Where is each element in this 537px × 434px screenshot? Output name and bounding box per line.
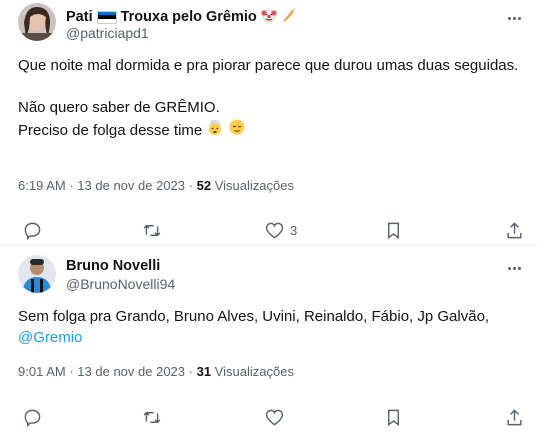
like-button[interactable] bbox=[265, 405, 284, 429]
tweet-meta: 6:19 AM · 13 de nov de 2023 · 52 Visuali… bbox=[18, 178, 294, 193]
reply-button[interactable] bbox=[23, 218, 42, 242]
retweet-icon bbox=[143, 411, 161, 423]
tweet-date[interactable]: 13 de nov de 2023 bbox=[77, 178, 185, 193]
bookmark-icon bbox=[388, 409, 399, 426]
retweet-button[interactable] bbox=[142, 218, 162, 242]
heart-icon bbox=[265, 222, 284, 239]
tweet-meta: 9:01 AM · 13 de nov de 2023 · 31 Visuali… bbox=[18, 364, 294, 379]
avatar[interactable] bbox=[18, 255, 56, 293]
tweet-text-line-4: Preciso de folga desse time bbox=[18, 121, 203, 139]
meta-separator: · bbox=[188, 178, 193, 193]
share-button[interactable] bbox=[505, 218, 524, 242]
mention-link[interactable]: @Gremio bbox=[18, 329, 82, 346]
retweet-icon bbox=[143, 224, 161, 236]
rocket-icon bbox=[281, 7, 297, 27]
relieved-face-icon bbox=[228, 118, 246, 142]
views-label: Visualizações bbox=[214, 178, 294, 193]
display-name[interactable]: Bruno Novelli bbox=[66, 258, 160, 274]
display-name-first: Pati bbox=[66, 9, 93, 25]
tweet-text-line-4-wrap: Preciso de folga desse time bbox=[18, 118, 521, 142]
share-icon bbox=[507, 221, 522, 238]
tweet-text-line-3: Não quero saber de GRÊMIO. bbox=[18, 99, 220, 116]
bookmark-button[interactable] bbox=[385, 218, 402, 242]
meta-separator: · bbox=[69, 178, 74, 193]
more-options-icon[interactable] bbox=[505, 262, 523, 274]
clown-face-icon bbox=[261, 7, 277, 27]
bookmark-icon bbox=[388, 222, 399, 239]
bookmark-button[interactable] bbox=[385, 405, 402, 429]
display-name-suffix: Trouxa pelo Grêmio bbox=[120, 9, 257, 25]
tweet-time[interactable]: 9:01 AM bbox=[18, 364, 66, 379]
reply-button[interactable] bbox=[23, 405, 42, 429]
reply-icon bbox=[24, 222, 41, 240]
views-label: Visualizações bbox=[214, 364, 294, 379]
like-button[interactable]: 3 bbox=[265, 218, 297, 242]
tweet-text-line-1: Que noite mal dormida e pra piorar parec… bbox=[18, 57, 519, 74]
exploding-head-icon bbox=[206, 118, 224, 142]
tweet-actions: 3 bbox=[0, 218, 537, 242]
tweet-time[interactable]: 6:19 AM bbox=[18, 178, 66, 193]
views-count: 31 bbox=[196, 364, 212, 379]
tweet-text: Sem folga pra Grando, Bruno Alves, Uvini… bbox=[18, 306, 521, 348]
more-options-icon[interactable] bbox=[505, 12, 523, 24]
tweet-2[interactable]: Bruno Novelli @BrunoNovelli94 Sem folga … bbox=[0, 247, 537, 434]
avatar[interactable] bbox=[18, 3, 56, 41]
tweet-actions bbox=[0, 405, 537, 429]
share-button[interactable] bbox=[505, 405, 524, 429]
estonia-flag-icon bbox=[96, 10, 117, 24]
tweet-date[interactable]: 13 de nov de 2023 bbox=[77, 364, 185, 379]
tweet-1[interactable]: Pati Trouxa pelo Grêmio @patriciapd1 Que… bbox=[0, 0, 537, 244]
meta-separator: · bbox=[69, 364, 74, 379]
handle[interactable]: @patriciapd1 bbox=[66, 25, 149, 41]
tweet-text-line-1: Sem folga pra Grando, Bruno Alves, Uvini… bbox=[18, 308, 490, 325]
tweet-text: Que noite mal dormida e pra piorar parec… bbox=[18, 55, 521, 142]
views-count: 52 bbox=[196, 178, 212, 193]
reply-icon bbox=[24, 409, 41, 427]
heart-icon bbox=[265, 409, 284, 426]
share-icon bbox=[507, 408, 522, 425]
retweet-button[interactable] bbox=[142, 405, 162, 429]
meta-separator: · bbox=[188, 364, 193, 379]
handle[interactable]: @BrunoNovelli94 bbox=[66, 276, 175, 292]
like-count: 3 bbox=[290, 222, 298, 238]
display-name[interactable]: Pati Trouxa pelo Grêmio bbox=[66, 7, 297, 27]
tweet-text-blank bbox=[18, 76, 521, 97]
